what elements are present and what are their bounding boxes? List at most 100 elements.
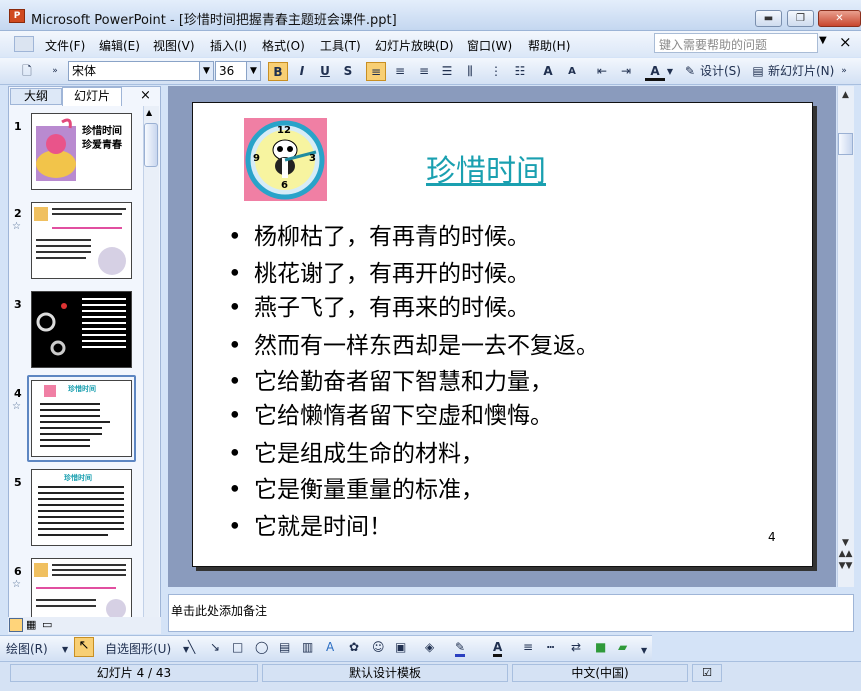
decrease-font-button[interactable]: A [562,62,582,81]
shadow-style-icon[interactable]: ■ [595,640,606,654]
distributed-icon[interactable]: ⫼ [460,62,480,81]
fill-color-icon[interactable]: ◈ [425,640,434,654]
increase-font-button[interactable]: A [538,62,558,81]
font-color-dropdown-icon[interactable]: ▼ [665,62,675,81]
minimize-button[interactable]: ▬ [755,10,782,27]
rectangle-tool-icon[interactable]: □ [232,640,243,654]
decrease-indent-icon[interactable]: ⇤ [592,62,612,81]
3d-style-icon[interactable]: ▰ [618,640,627,654]
textbox-tool-icon[interactable]: ▤ [279,640,290,654]
spelling-status-icon[interactable]: ☑ [692,664,722,682]
scroll-up-icon[interactable]: ▲ [838,90,853,100]
scroll-down-icon[interactable]: ▼ [838,538,853,548]
draw-font-color-icon[interactable]: A [493,640,503,657]
powerpoint-icon[interactable]: P [9,9,25,23]
bullet-item[interactable]: • 杨柳枯了，有再青的时候。 [228,217,530,251]
menu-window[interactable]: 窗口(W) [467,37,512,54]
tab-slides[interactable]: 幻灯片 [62,87,122,106]
menu-view[interactable]: 视图(V) [153,37,195,54]
line-style-icon[interactable]: ≡ [523,640,533,654]
line-color-icon[interactable]: ✎ [455,640,466,657]
draw-menu-button[interactable]: 绘图(R) [6,640,48,657]
panel-close-icon[interactable]: × [140,88,151,103]
slideshow-icon[interactable]: ▭ [42,618,52,631]
panel-scroll-thumb[interactable] [144,123,158,167]
insert-picture-icon[interactable]: ▣ [395,640,406,654]
justify-icon[interactable]: ☰ [437,62,457,81]
shadow-button[interactable]: S [338,62,358,81]
notes-pane[interactable] [168,594,854,632]
new-document-icon[interactable]: 🗋 [18,62,36,81]
clipart-icon[interactable]: ☺ [372,640,385,654]
increase-indent-icon[interactable]: ⇥ [616,62,636,81]
arrow-tool-icon[interactable]: ↘ [210,640,220,654]
bullet-item[interactable]: • 然而有一样东西却是一去不复返。 [228,326,599,360]
bullet-item[interactable]: • 燕子飞了，有再来的时候。 [228,288,530,322]
arrow-style-icon[interactable]: ⇄ [571,640,581,654]
help-dropdown-icon[interactable]: ▼ [819,35,827,46]
oval-tool-icon[interactable]: ◯ [255,640,268,654]
align-center-icon[interactable]: ≡ [390,62,410,81]
menu-edit[interactable]: 编辑(E) [99,37,140,54]
align-left-icon[interactable]: ≡ [366,62,386,81]
notes-placeholder[interactable]: 单击此处添加备注 [171,602,267,619]
normal-view-icon[interactable] [9,618,23,632]
bullet-item[interactable]: • 它给勤奋者留下智慧和力量， [228,362,553,396]
toolbar-overflow-icon[interactable]: » [838,62,850,81]
bullet-item[interactable]: • 它是衡量重量的标准， [228,470,484,504]
slide-sorter-icon[interactable]: ▦ [26,618,36,631]
drawbar-overflow-icon[interactable]: ▼ [641,646,647,655]
slide-thumbnail-4[interactable]: 珍惜时间 [31,380,132,457]
select-pointer-icon[interactable]: ↖ [74,637,94,657]
clock-image[interactable]: 12 3 6 9 [244,118,327,201]
bullet-item[interactable]: • 它就是时间！ [228,507,392,541]
autoshapes-button[interactable]: 自选图形(U) [105,640,171,657]
menu-slideshow[interactable]: 幻灯片放映(D) [375,37,454,54]
font-select[interactable]: 宋体 [68,61,214,81]
bullet-item[interactable]: • 它给懒惰者留下空虚和懊悔。 [228,396,553,430]
font-size-dropdown-icon[interactable]: ▼ [246,62,260,80]
new-slide-icon[interactable]: ▤ [751,62,765,81]
previous-slide-icon[interactable]: ▲▲ [838,549,853,559]
slide-thumbnail-3[interactable] [31,291,132,368]
font-dropdown-icon[interactable]: ▼ [199,62,213,80]
toolbar-options-icon[interactable]: » [46,62,64,81]
line-tool-icon[interactable]: ╲ [188,640,195,654]
bullets-icon[interactable]: ☷ [510,62,530,81]
wordart-icon[interactable]: A [326,640,334,654]
menu-insert[interactable]: 插入(I) [210,37,247,54]
help-search-input[interactable]: 键入需要帮助的问题 [654,33,818,53]
slide-thumbnail-2[interactable] [31,202,132,279]
vertical-textbox-icon[interactable]: ▥ [302,640,313,654]
design-icon[interactable]: ✎ [683,62,697,81]
restore-button[interactable]: ❐ [787,10,814,27]
bold-button[interactable]: B [268,62,288,81]
slide-thumbnail-6[interactable] [31,558,132,618]
menu-help[interactable]: 帮助(H) [528,37,570,54]
italic-button[interactable]: I [292,62,312,81]
underline-button[interactable]: U [315,62,335,81]
draw-dropdown-icon[interactable]: ▼ [62,645,68,654]
scroll-up-icon[interactable]: ▲ [146,108,152,117]
editor-scroll-thumb[interactable] [838,133,853,155]
dash-style-icon[interactable]: ┅ [547,640,554,654]
new-slide-button[interactable]: 新幻灯片(N) [768,62,834,81]
close-document-button[interactable]: × [839,33,852,51]
menu-file[interactable]: 文件(F) [45,37,85,54]
diagram-icon[interactable]: ✿ [349,640,359,654]
bullet-item[interactable]: • 它是组成生命的材料， [228,434,484,468]
document-icon[interactable] [14,36,34,52]
slide-title[interactable]: 珍惜时间 [426,146,546,190]
close-button[interactable]: ✕ [818,10,861,27]
menu-tools[interactable]: 工具(T) [320,37,361,54]
panel-scrollbar[interactable] [143,106,159,633]
slide-thumbnail-1[interactable]: 珍惜时间 珍爱青春 [31,113,132,190]
next-slide-icon[interactable]: ▼▼ [838,561,853,571]
tab-outline[interactable]: 大纲 [10,88,62,105]
editor-scrollbar[interactable] [837,86,854,587]
design-button[interactable]: 设计(S) [700,62,741,81]
align-right-icon[interactable]: ≡ [414,62,434,81]
numbering-icon[interactable]: ⋮ [486,62,506,81]
font-color-icon[interactable]: A [645,62,665,81]
slide-thumbnail-5[interactable]: 珍惜时间 [31,469,132,546]
